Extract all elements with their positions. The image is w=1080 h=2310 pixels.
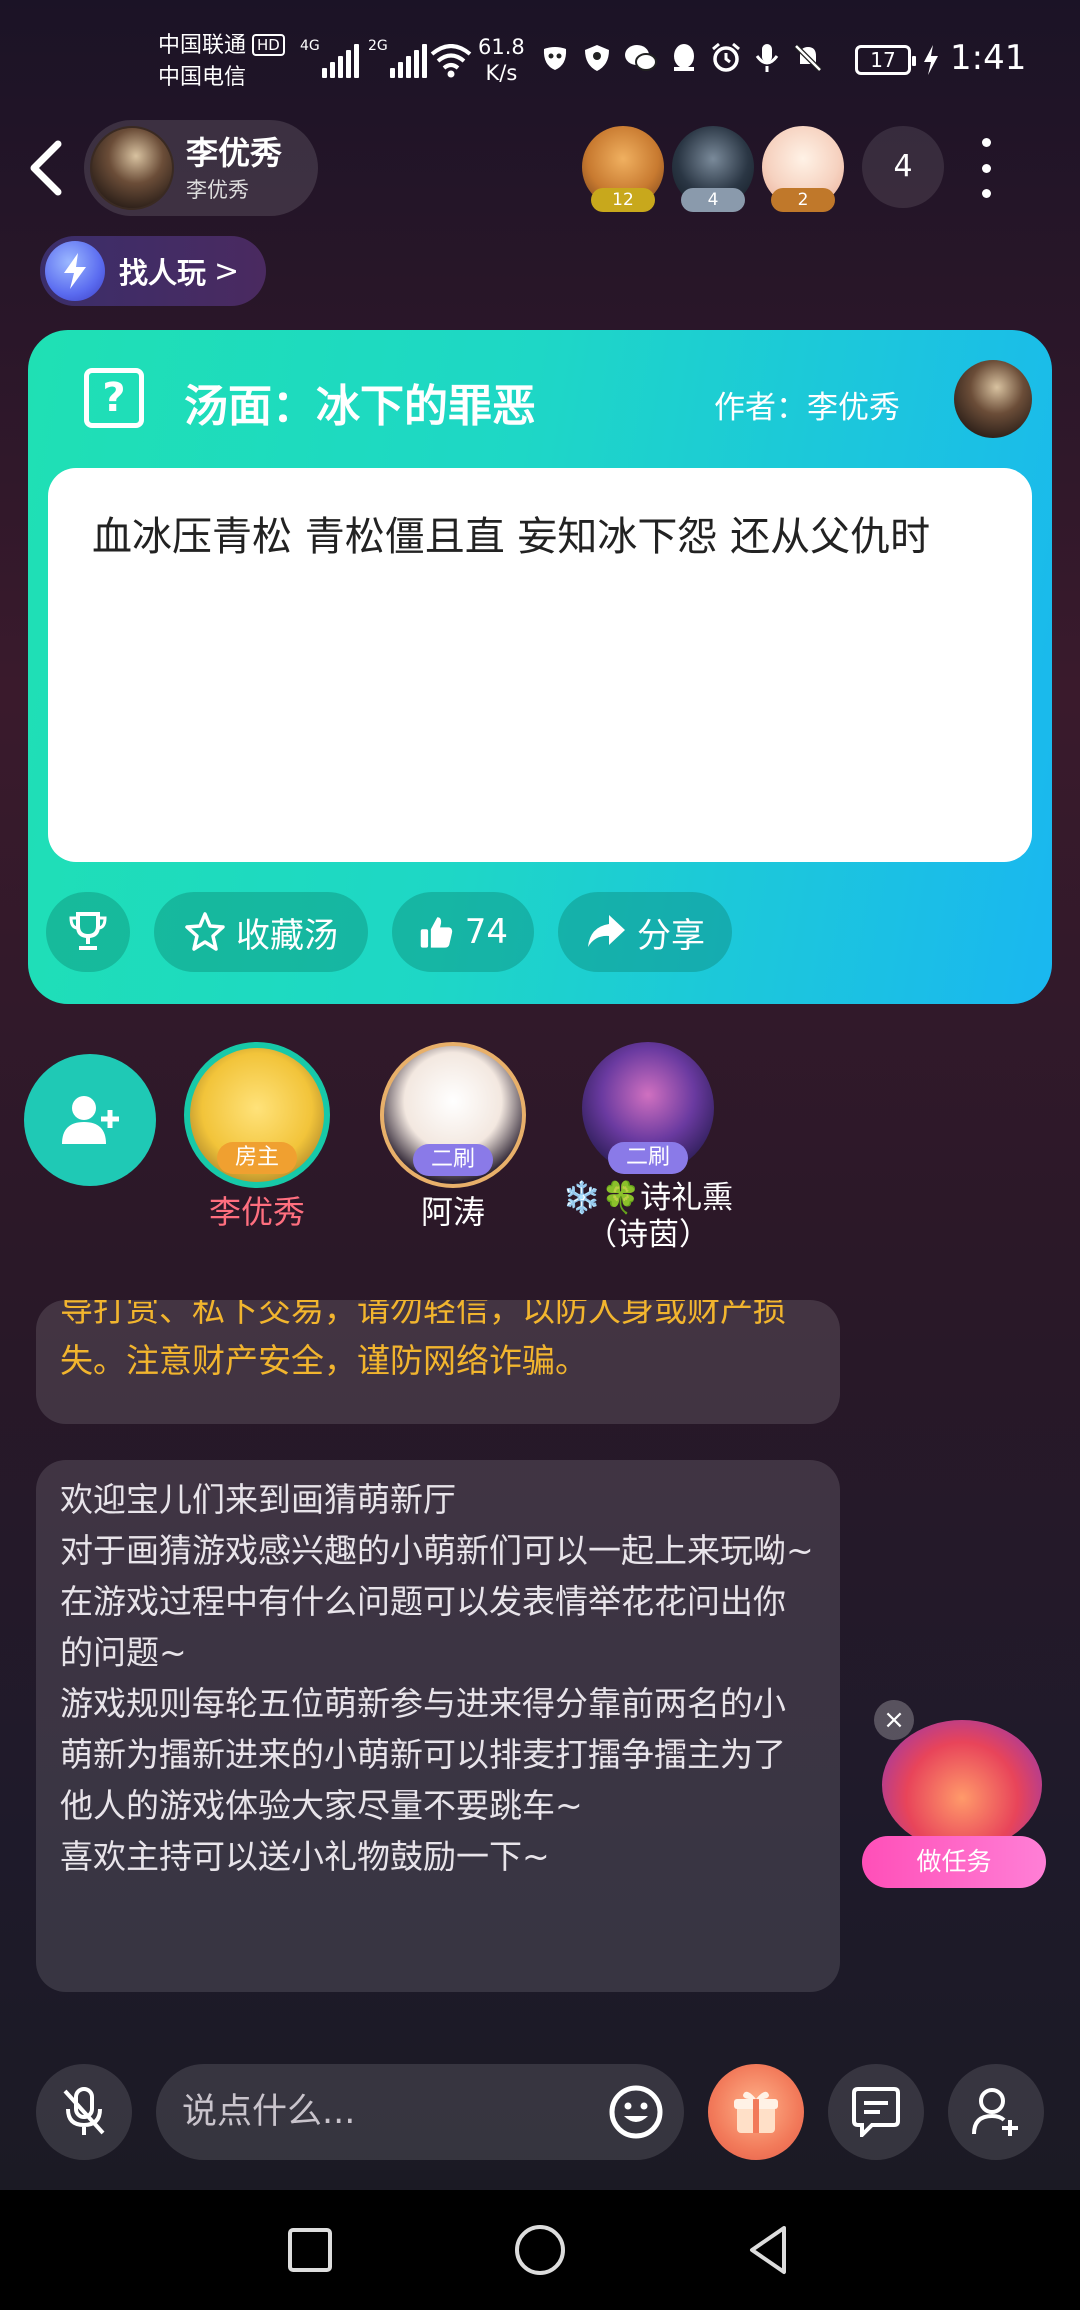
wifi-icon <box>430 44 472 78</box>
battery-indicator: 17 <box>855 45 916 75</box>
find-players-label: 找人玩 <box>119 256 207 290</box>
task-label[interactable]: 做任务 <box>862 1836 1046 1888</box>
safety-warning-message: 导打赏、私下交易，请勿轻信，以防人身或财产损失。注意财产安全，谨防网络诈骗。 <box>36 1300 840 1424</box>
viewer-3-count: 2 <box>771 188 835 212</box>
lightning-icon <box>45 241 105 301</box>
recent-apps-icon[interactable] <box>280 2220 340 2280</box>
seat-2[interactable]: 二刷 阿涛 <box>378 1042 528 1232</box>
add-user-icon <box>62 1096 119 1144</box>
system-nav-bar <box>0 2190 1080 2310</box>
gift-button[interactable] <box>708 2064 804 2160</box>
viewer-avatar-2[interactable]: 4 <box>672 126 754 212</box>
share-label: 分享 <box>637 915 705 956</box>
back-button[interactable] <box>26 140 66 196</box>
viewer-2-count: 4 <box>681 188 745 212</box>
more-options-icon[interactable] <box>972 138 1000 198</box>
carrier-1: 中国联通 <box>158 33 247 58</box>
seat-3[interactable]: 二刷 ❄️🍀诗礼熏（诗茵） <box>560 1042 736 1254</box>
host-avatar[interactable] <box>90 126 174 210</box>
viewer-count-button[interactable]: 4 <box>862 126 944 208</box>
viewer-1-count: 12 <box>591 188 655 212</box>
bottom-bar <box>0 2054 1080 2164</box>
mic-icon <box>755 44 779 72</box>
puzzle-text: 血冰压青松 青松僵且直 妄知冰下怨 还从父仇时 <box>48 468 1032 862</box>
seat-2-name: 阿涛 <box>420 1193 485 1231</box>
chat-input[interactable] <box>182 2064 602 2160</box>
invite-user-button[interactable] <box>24 1054 156 1186</box>
add-friend-button[interactable] <box>948 2064 1044 2160</box>
gift-box-icon[interactable] <box>882 1720 1042 1850</box>
puzzle-card: ? 汤面：冰下的罪恶 作者：李优秀 血冰压青松 青松僵且直 妄知冰下怨 还从父仇… <box>28 330 1052 1004</box>
like-button[interactable]: 74 <box>392 892 534 972</box>
mute-bell-icon <box>794 44 822 72</box>
star-icon <box>185 912 225 951</box>
seat-host-avatar[interactable]: 房主 <box>184 1042 330 1188</box>
share-button[interactable]: 分享 <box>558 892 732 972</box>
mask-app-icon <box>543 47 567 70</box>
thumbs-up-icon <box>420 917 453 948</box>
welcome-message: 欢迎宝儿们来到画猜萌新厅 对于画猜游戏感兴趣的小萌新们可以一起上来玩呦~ 在游戏… <box>36 1460 840 1992</box>
seat-3-name: ❄️🍀诗礼熏（诗茵） <box>562 1180 734 1253</box>
puzzle-title: 汤面：冰下的罪恶 <box>184 381 536 432</box>
trophy-icon <box>69 912 107 950</box>
carrier-2: 中国电信 <box>158 65 247 90</box>
wechat-icon <box>625 45 657 71</box>
net-speed: 61.8 K/s <box>478 34 525 86</box>
add-friend-icon <box>972 2088 1018 2136</box>
seat-host[interactable]: 房主 李优秀 <box>182 1042 332 1232</box>
seat-2-avatar[interactable]: 二刷 <box>380 1042 526 1188</box>
back-nav-icon[interactable] <box>740 2220 800 2280</box>
home-icon[interactable] <box>510 2220 570 2280</box>
puzzle-actions: 收藏汤 74 分享 <box>46 892 732 972</box>
share-arrow-icon <box>588 915 625 947</box>
mic-off-button[interactable] <box>36 2064 132 2160</box>
seat-2-badge: 二刷 <box>413 1144 493 1176</box>
clock: 1:41 <box>950 38 1027 78</box>
shield-icon <box>585 45 609 71</box>
chevron-right-icon: > <box>214 253 240 289</box>
task-widget[interactable]: × 做任务 <box>862 1700 1046 1896</box>
alarm-icon <box>712 42 740 72</box>
puzzle-author: 作者：李优秀 <box>714 390 900 426</box>
chat-bubble-icon <box>852 2087 900 2137</box>
room-host-pill[interactable]: 李优秀 李优秀 <box>84 120 318 216</box>
charging-icon <box>924 45 938 75</box>
viewer-avatar-1[interactable]: 12 <box>582 126 664 212</box>
host-subtitle: 李优秀 <box>186 178 249 202</box>
gift-icon <box>734 2091 778 2133</box>
net-speed-value: 61.8 <box>478 35 525 59</box>
viewer-avatar-3[interactable]: 2 <box>762 126 844 212</box>
seat-3-avatar[interactable]: 二刷 <box>582 1042 714 1174</box>
sig2-tag: 2G <box>368 38 388 54</box>
mic-off-icon <box>63 2087 105 2135</box>
net-speed-unit: K/s <box>485 61 518 85</box>
hd-badge: HD <box>252 34 285 56</box>
host-name: 李优秀 <box>186 134 283 172</box>
status-bar: 中国联通 HD 中国电信 4G 2G 61.8 K/s 17 1:41 <box>0 0 1080 120</box>
warning-text: 导打赏、私下交易，请勿轻信，以防人身或财产损失。注意财产安全，谨防网络诈骗。 <box>60 1300 786 1380</box>
author-avatar[interactable] <box>954 360 1032 438</box>
chat-input-box[interactable] <box>156 2064 684 2160</box>
host-badge: 房主 <box>217 1142 297 1174</box>
like-count: 74 <box>464 912 508 952</box>
find-players-button[interactable]: 找人玩 > <box>40 236 266 306</box>
close-icon[interactable]: × <box>874 1700 914 1740</box>
sig1-tag: 4G <box>300 38 320 54</box>
favorite-label: 收藏汤 <box>236 915 338 956</box>
emoji-icon[interactable] <box>606 2082 666 2142</box>
notification-icons <box>540 42 824 74</box>
qq-icon <box>674 44 694 71</box>
carrier-info: 中国联通 HD 中国电信 <box>158 30 285 94</box>
trophy-button[interactable] <box>46 892 130 972</box>
seat-host-name: 李优秀 <box>208 1193 305 1231</box>
favorite-button[interactable]: 收藏汤 <box>154 892 368 972</box>
seat-3-badge: 二刷 <box>608 1142 688 1174</box>
question-icon: ? <box>84 368 144 428</box>
message-button[interactable] <box>828 2064 924 2160</box>
